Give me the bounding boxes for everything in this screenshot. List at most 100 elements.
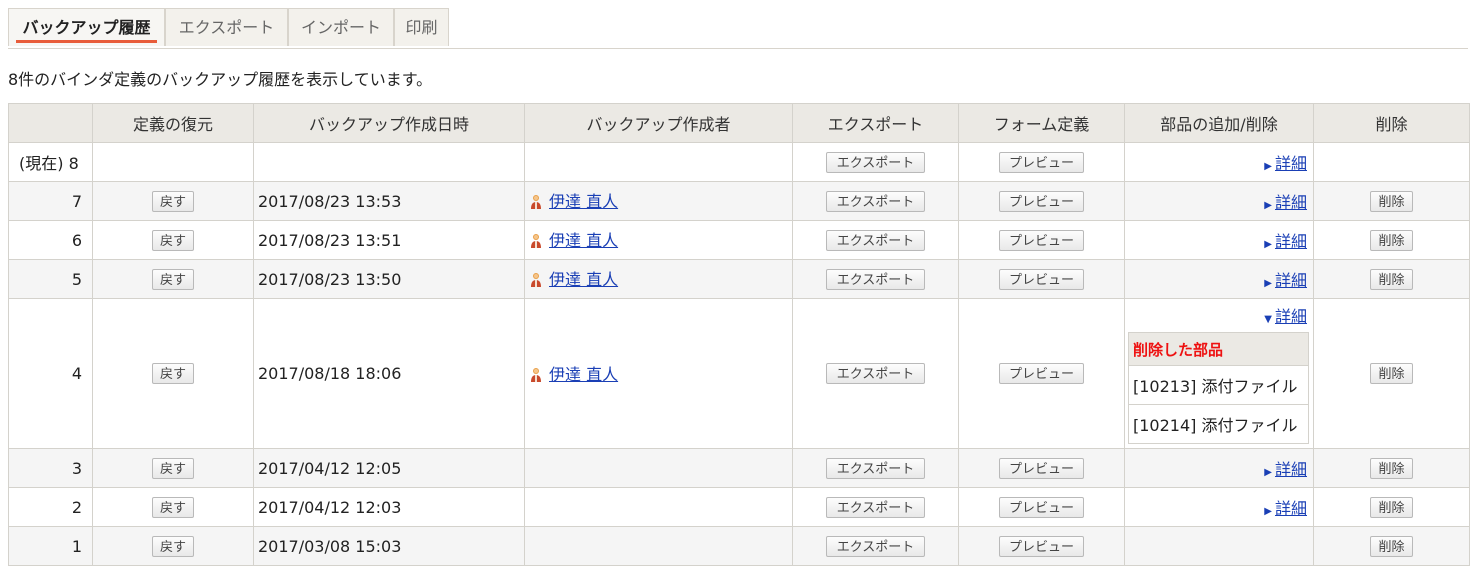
tab-bar: バックアップ履歴 エクスポート インポート 印刷 <box>8 8 1468 49</box>
preview-button[interactable]: プレビュー <box>999 457 1084 479</box>
version-number: 1 <box>8 526 93 566</box>
author-cell <box>524 487 793 527</box>
column-header <box>8 103 93 143</box>
preview-cell: プレビュー <box>958 526 1125 566</box>
backup-date <box>253 142 525 182</box>
export-cell: エクスポート <box>792 142 959 182</box>
tab-export[interactable]: エクスポート <box>165 8 288 46</box>
detail-link[interactable]: 詳細 <box>1275 460 1307 479</box>
export-cell: エクスポート <box>792 259 959 299</box>
triangle-down-icon[interactable]: ▼ <box>1264 314 1272 325</box>
parts-change-cell: ▶ 詳細 <box>1124 487 1314 527</box>
column-header: 定義の復元 <box>92 103 254 143</box>
parts-change-cell: ▶ 詳細 <box>1124 259 1314 299</box>
delete-cell: 削除 <box>1313 181 1470 221</box>
version-number: 5 <box>8 259 93 299</box>
summary-text: 8件のバインダ定義のバックアップ履歴を表示しています。 <box>8 70 433 89</box>
export-button[interactable]: エクスポート <box>826 363 925 384</box>
triangle-right-icon[interactable]: ▶ <box>1264 200 1272 211</box>
export-button[interactable]: エクスポート <box>826 268 925 290</box>
backup-date: 2017/03/08 15:03 <box>253 526 525 566</box>
delete-button[interactable]: 削除 <box>1370 268 1413 290</box>
restore-button[interactable]: 戻す <box>151 535 194 557</box>
author-cell: 伊達 直人 <box>524 259 793 299</box>
export-button[interactable]: エクスポート <box>826 496 925 518</box>
export-button[interactable]: エクスポート <box>826 535 925 557</box>
delete-cell: 削除 <box>1313 448 1470 488</box>
delete-button[interactable]: 削除 <box>1370 363 1413 384</box>
preview-cell: プレビュー <box>958 448 1125 488</box>
author-cell: 伊達 直人 <box>524 298 793 449</box>
triangle-right-icon[interactable]: ▶ <box>1264 161 1272 172</box>
preview-button[interactable]: プレビュー <box>999 268 1084 290</box>
detail-link[interactable]: 詳細 <box>1275 271 1307 290</box>
export-button[interactable]: エクスポート <box>826 151 925 173</box>
version-number: 2 <box>8 487 93 527</box>
delete-cell: 削除 <box>1313 220 1470 260</box>
preview-button[interactable]: プレビュー <box>999 151 1084 173</box>
active-tab-underline <box>16 40 157 43</box>
preview-button[interactable]: プレビュー <box>999 229 1084 251</box>
column-header: 削除 <box>1313 103 1470 143</box>
table-row: (現在) 8 エクスポート プレビュー ▶ 詳細 <box>8 142 1470 182</box>
preview-cell: プレビュー <box>958 298 1125 449</box>
delete-button[interactable]: 削除 <box>1370 457 1413 479</box>
detail-link[interactable]: 詳細 <box>1275 193 1307 212</box>
preview-cell: プレビュー <box>958 259 1125 299</box>
deleted-part-item: [10214] 添付ファイル <box>1128 404 1309 444</box>
preview-button[interactable]: プレビュー <box>999 535 1084 557</box>
author-cell <box>524 448 793 488</box>
user-icon <box>529 194 543 214</box>
preview-button[interactable]: プレビュー <box>999 496 1084 518</box>
author-link[interactable]: 伊達 直人 <box>549 270 618 289</box>
delete-button[interactable]: 削除 <box>1370 229 1413 251</box>
delete-button[interactable]: 削除 <box>1370 496 1413 518</box>
user-icon <box>529 233 543 253</box>
table-body: (現在) 8 エクスポート プレビュー ▶ 詳細 7 戻す 2017/08/23 13:53 伊… <box>8 142 1470 566</box>
restore-button[interactable]: 戻す <box>151 363 194 384</box>
author-link[interactable]: 伊達 直人 <box>549 192 618 211</box>
author-cell <box>524 142 793 182</box>
tab-print[interactable]: 印刷 <box>394 8 449 46</box>
tab-backup-history[interactable]: バックアップ履歴 <box>8 8 165 46</box>
restore-cell: 戻す <box>92 526 254 566</box>
detail-link[interactable]: 詳細 <box>1275 499 1307 518</box>
column-header: エクスポート <box>792 103 959 143</box>
restore-button[interactable]: 戻す <box>151 229 194 251</box>
triangle-right-icon[interactable]: ▶ <box>1264 278 1272 289</box>
tab-import[interactable]: インポート <box>288 8 394 46</box>
restore-button[interactable]: 戻す <box>151 190 194 212</box>
delete-button[interactable]: 削除 <box>1370 190 1413 212</box>
detail-link[interactable]: 詳細 <box>1275 154 1307 173</box>
restore-cell: 戻す <box>92 220 254 260</box>
restore-button[interactable]: 戻す <box>151 268 194 290</box>
detail-link[interactable]: 詳細 <box>1275 232 1307 251</box>
delete-button[interactable]: 削除 <box>1370 535 1413 557</box>
triangle-right-icon[interactable]: ▶ <box>1264 506 1272 517</box>
user-icon <box>529 272 543 292</box>
triangle-right-icon[interactable]: ▶ <box>1264 239 1272 250</box>
user-icon <box>529 367 543 387</box>
preview-button[interactable]: プレビュー <box>999 190 1084 212</box>
parts-change-cell: ▶ 詳細 <box>1124 220 1314 260</box>
export-button[interactable]: エクスポート <box>826 229 925 251</box>
tab-import-label: インポート <box>300 18 381 37</box>
restore-cell: 戻す <box>92 259 254 299</box>
deleted-part-item: [10213] 添付ファイル <box>1128 365 1309 405</box>
delete-cell: 削除 <box>1313 259 1470 299</box>
detail-link[interactable]: 詳細 <box>1275 307 1307 326</box>
table-row: 6 戻す 2017/08/23 13:51 伊達 直人 エクスポート プレビュー ▶ 詳細 削除 <box>8 220 1470 260</box>
export-button[interactable]: エクスポート <box>826 190 925 212</box>
triangle-right-icon[interactable]: ▶ <box>1264 467 1272 478</box>
table-row: 1 戻す 2017/03/08 15:03 エクスポート プレビュー 削除 <box>8 526 1470 566</box>
preview-button[interactable]: プレビュー <box>999 363 1084 384</box>
restore-button[interactable]: 戻す <box>151 457 194 479</box>
author-link[interactable]: 伊達 直人 <box>549 365 618 384</box>
preview-cell: プレビュー <box>958 220 1125 260</box>
author-link[interactable]: 伊達 直人 <box>549 231 618 250</box>
backup-date: 2017/04/12 12:05 <box>253 448 525 488</box>
version-number: 7 <box>8 181 93 221</box>
export-button[interactable]: エクスポート <box>826 457 925 479</box>
restore-button[interactable]: 戻す <box>151 496 194 518</box>
export-cell: エクスポート <box>792 487 959 527</box>
